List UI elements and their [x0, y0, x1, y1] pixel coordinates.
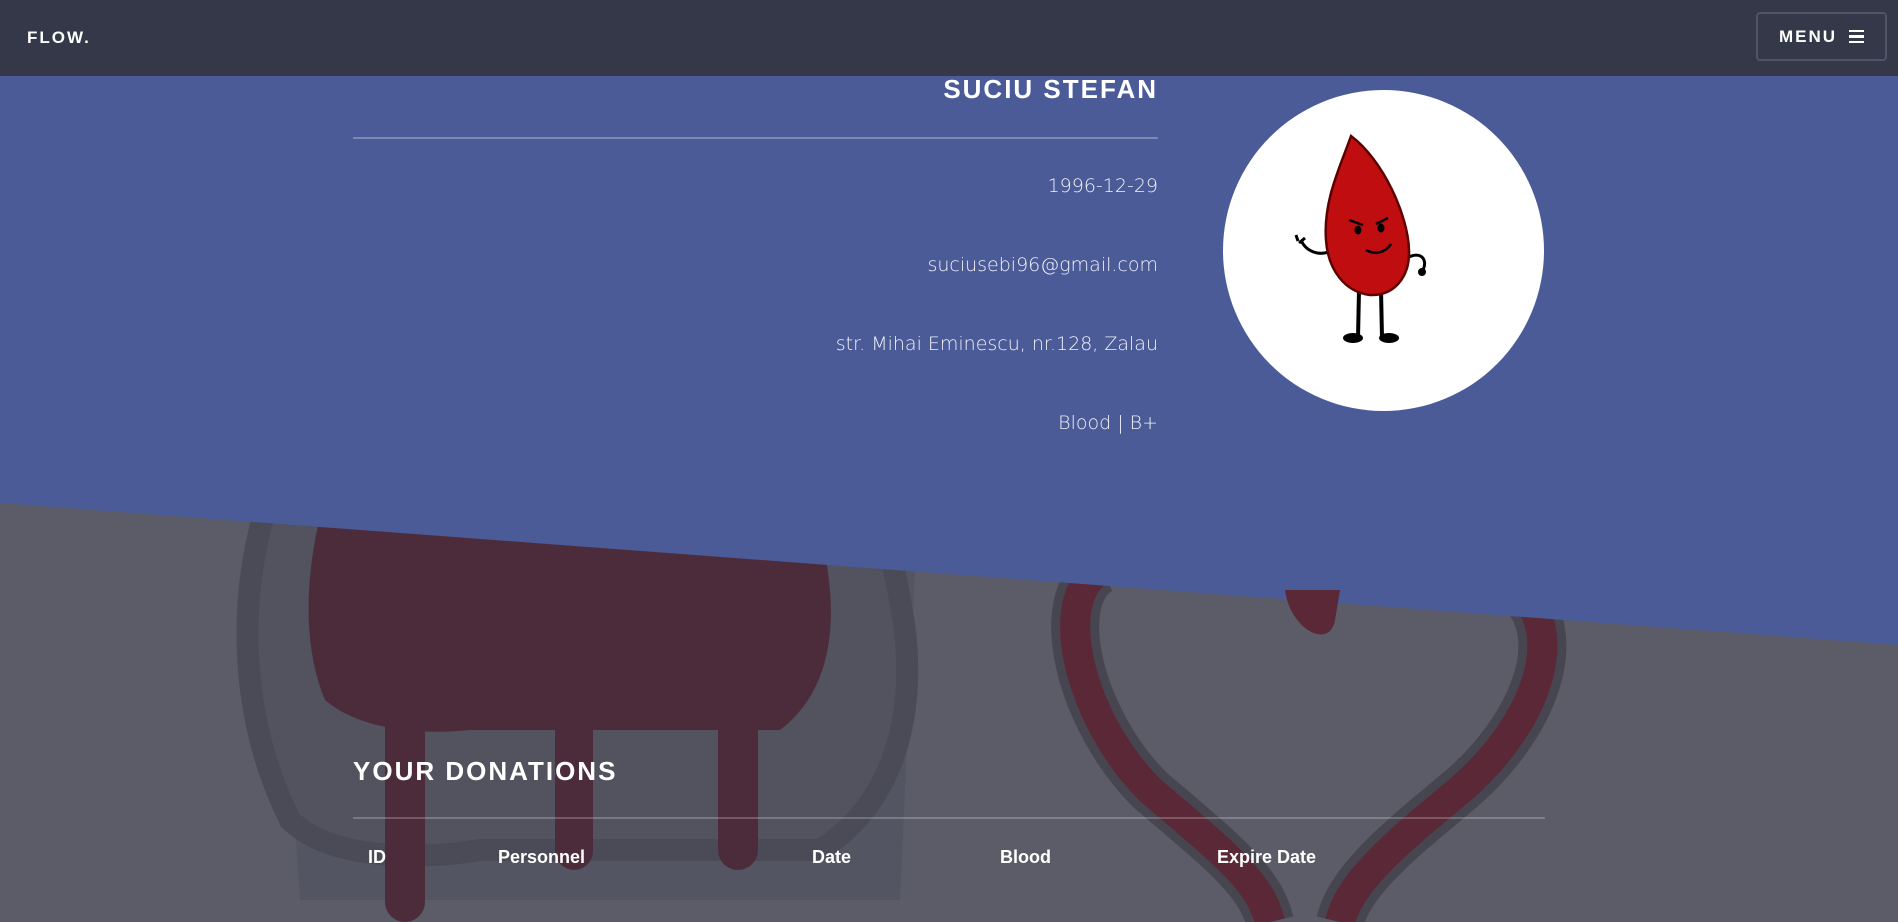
column-header-date: Date: [812, 847, 852, 867]
donations-title: YOUR DONATIONS: [353, 756, 618, 786]
column-header-expire-date: Expire Date: [1217, 847, 1317, 867]
donations-section: YOUR DONATIONS ID Personnel Date Blood E…: [353, 756, 1545, 887]
menu-button[interactable]: MENU: [1756, 12, 1887, 61]
profile-name: SUCIU STEFAN: [943, 74, 1158, 104]
profile-email: suciusebi96@gmail.com: [927, 254, 1158, 276]
top-navigation-bar: FLOW. MENU: [0, 0, 1898, 76]
column-header-personnel: Personnel: [498, 847, 586, 867]
donations-divider: [353, 817, 1545, 819]
avatar: [1223, 90, 1544, 411]
menu-button-label: MENU: [1778, 26, 1838, 46]
donations-table-header: ID Personnel Date Blood Expire Date: [353, 847, 1545, 887]
hamburger-icon: [1849, 29, 1865, 44]
blood-drop-mascot-icon: [1294, 133, 1427, 343]
column-header-id: ID: [368, 847, 386, 867]
profile-birth-date: 1996-12-29: [1047, 175, 1158, 197]
profile-blood-type: Blood | B+: [1058, 412, 1158, 434]
column-header-blood: Blood: [1000, 847, 1051, 867]
brand-logo[interactable]: FLOW.: [27, 28, 91, 48]
profile-address: str. Mihai Eminescu, nr.128, Zalau: [835, 333, 1158, 355]
profile-details: SUCIU STEFAN 1996-12-29 suciusebi96@gmai…: [353, 70, 1158, 490]
profile-divider: [353, 137, 1158, 139]
